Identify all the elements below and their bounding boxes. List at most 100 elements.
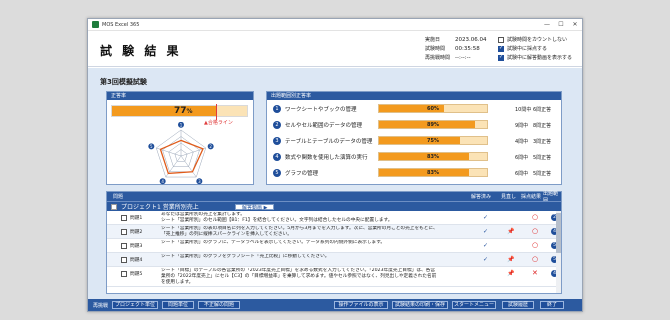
radar-chart: 12345	[148, 122, 214, 185]
question-label[interactable]: 問題3	[130, 243, 142, 249]
retry-project-button[interactable]: プロジェクト単位	[112, 301, 158, 309]
answered-check-icon: ✓	[483, 242, 489, 249]
accuracy-bar: 77%	[111, 104, 248, 120]
question-row[interactable]: 問題5 シート「目標」のテーブルの各営業所の「2023年度売上目標」を求める数式を…	[107, 267, 561, 287]
category-percent: 75%	[427, 138, 439, 144]
answered-check-icon: ✓	[483, 214, 489, 221]
question-checkbox[interactable]	[121, 215, 127, 221]
retry-incorrect-button[interactable]: 不正解の問題	[198, 301, 240, 309]
category-question-count: 10問中	[515, 107, 532, 113]
question-text: シート「営業所別」の表の項目名に列を入力してください。5月から3月までを入力しま…	[161, 226, 438, 237]
category-number: 2	[273, 121, 281, 129]
question-checkbox[interactable]	[121, 243, 127, 249]
scroll-thumb[interactable]	[556, 213, 561, 253]
question-table-header: 問題 解答済み 見直し 採点結果 出題範囲	[107, 191, 561, 204]
question-checkbox[interactable]	[121, 257, 127, 263]
col-answered: 解答済み	[471, 194, 492, 200]
category-name: テーブルとテーブルのデータの管理	[285, 139, 373, 145]
category-correct-count: 3問正答	[533, 139, 552, 145]
category-panel: 出題範囲別正答率 1 ワークシートやブックの管理 60% 10問中 6問正答 2 セルやセル…	[266, 91, 562, 185]
correct-icon: ○	[532, 241, 539, 249]
window-title: MOS Excel 365	[102, 21, 140, 28]
incorrect-icon: ✕	[532, 269, 538, 277]
exam-options: 試験時間をカウントしない 試験中に採点する 試験中に解答動画を表示する	[498, 35, 572, 62]
exam-history-button[interactable]: 試験履歴	[502, 301, 534, 309]
radar-axis-label: 5	[150, 144, 153, 149]
category-percent: 60%	[427, 106, 439, 112]
retry-question-button[interactable]: 問題単位	[162, 301, 194, 309]
pass-line	[216, 104, 217, 120]
start-menu-button[interactable]: スタートメニュー	[452, 301, 496, 309]
question-label[interactable]: 問題5	[130, 271, 142, 277]
accuracy-panel: 正答率 77% ▲合格ライン 12345	[106, 91, 254, 185]
col-score: 採点結果	[521, 194, 542, 200]
question-label[interactable]: 問題4	[130, 257, 142, 263]
radar-axis-label: 3	[198, 179, 201, 184]
review-pin-icon: 📌	[507, 256, 515, 263]
question-scrollbar[interactable]	[556, 211, 561, 293]
question-row[interactable]: 問題3 シート「営業所別」のグラフに、データラベルを表示してください。データ系列の…	[107, 239, 561, 253]
category-name: セルやセル範囲のデータの管理	[285, 123, 363, 129]
project-row[interactable]: プロジェクト1 営業所別売上 解答動画 ▶	[107, 201, 561, 211]
retry-time-value: --:--:--	[455, 54, 471, 61]
exam-meta: 実施日 2023.06.04 試験時間 00:35:58 再挑戦時間 --:--:--	[425, 35, 487, 62]
question-row[interactable]: 問題4 シート「営業所別」のグラフをグラフシート「売上比較」に移動してください。 ✓…	[107, 253, 561, 267]
radar-axis-label: 1	[180, 122, 183, 127]
category-question-count: 6問中	[515, 155, 529, 161]
print-save-button[interactable]: 試験結果の印刷・保存	[392, 301, 448, 309]
result-body: 第3回模擬試験 正答率 77% ▲合格ライン 12345 出題範囲別正答率 1ワ…	[88, 68, 582, 301]
footer-bar: 再挑戦 プロジェクト単位 問題単位 不正解の問題 操作ファイルの表示 試験結果の…	[88, 299, 582, 311]
project-checkbox[interactable]	[111, 203, 117, 210]
question-table: 問題 解答済み 見直し 採点結果 出題範囲 プロジェクト1 営業所別売上 解答動…	[106, 191, 562, 294]
checkbox-no-count[interactable]	[498, 36, 504, 43]
question-checkbox[interactable]	[121, 271, 127, 277]
maximize-button[interactable]: ☐	[554, 21, 568, 28]
category-header: 出題範囲別正答率	[267, 92, 561, 100]
accuracy-value: 77%	[174, 106, 193, 116]
col-question: 問題	[113, 194, 124, 200]
checkbox-score-during[interactable]	[498, 45, 504, 52]
accuracy-bar-fill	[112, 106, 216, 116]
minimize-button[interactable]: —	[540, 21, 554, 28]
time-label: 試験時間	[425, 46, 446, 52]
date-value: 2023.06.04	[455, 36, 487, 43]
category-correct-count: 8問正答	[533, 123, 552, 129]
result-header: 試 験 結 果 実施日 2023.06.04 試験時間 00:35:58 再挑戦時間…	[88, 31, 582, 67]
answered-check-icon: ✓	[483, 228, 489, 235]
category-row: 1 ワークシートやブックの管理	[273, 103, 387, 115]
category-bar: 89%	[378, 120, 488, 129]
answer-video-button[interactable]: 解答動画 ▶	[235, 204, 275, 211]
close-button[interactable]: ✕	[568, 21, 582, 28]
question-label[interactable]: 問題2	[130, 229, 142, 235]
radar-axis-label: 2	[209, 144, 212, 149]
category-question-count: 9問中	[515, 123, 529, 129]
category-percent: 83%	[427, 154, 439, 160]
question-text: シート「目標」のテーブルの各営業所の「2023年度売上目標」を求める数式を入力し…	[161, 268, 437, 285]
date-label: 実施日	[425, 37, 441, 43]
exit-button[interactable]: 終了	[540, 301, 564, 309]
category-bar: 83%	[378, 168, 488, 177]
category-correct-count: 6問正答	[533, 107, 552, 113]
question-row[interactable]: 問題1 あなたは営業所別の売上を集計します。 シート「営業所別」のセル範囲【B1：F…	[107, 211, 561, 225]
exam-title: 第3回模擬試験	[100, 78, 147, 86]
correct-icon: ○	[532, 213, 539, 221]
question-row[interactable]: 問題2 シート「営業所別」の表の項目名に列を入力してください。5月から3月までを入…	[107, 225, 561, 239]
option-show-video[interactable]: 試験中に解答動画を表示する	[498, 53, 572, 62]
option-score-during[interactable]: 試験中に採点する	[498, 44, 572, 53]
question-checkbox[interactable]	[121, 229, 127, 235]
time-value: 00:35:58	[455, 45, 480, 52]
category-row: 3 テーブルとテーブルのデータの管理	[273, 135, 387, 147]
option-no-count[interactable]: 試験時間をカウントしない	[498, 35, 572, 44]
category-question-count: 6問中	[515, 171, 529, 177]
excel-app-icon	[92, 21, 99, 28]
checkbox-show-video[interactable]	[498, 54, 504, 61]
question-label[interactable]: 問題1	[130, 215, 142, 221]
show-operation-file-button[interactable]: 操作ファイルの表示	[334, 301, 388, 309]
category-row: 4 数式や関数を使用した演算の実行	[273, 151, 387, 163]
category-percent: 89%	[427, 122, 439, 128]
question-text: あなたは営業所別の売上を集計します。 シート「営業所別」のセル範囲【B1：F1】を…	[161, 212, 393, 223]
category-bar: 75%	[378, 136, 488, 145]
app-window: MOS Excel 365 — ☐ ✕ 試 験 結 果 実施日 2023.06.0…	[87, 18, 583, 312]
category-bar: 83%	[378, 152, 488, 161]
correct-icon: ○	[532, 255, 539, 263]
